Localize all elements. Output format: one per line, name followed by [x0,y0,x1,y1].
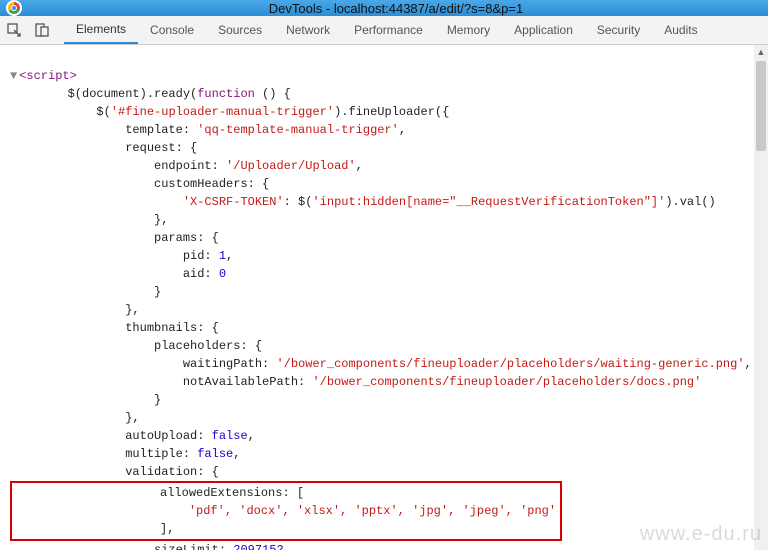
code-text: ], [16,522,174,536]
code-text: }, [10,213,168,227]
code-text: () { [255,87,291,101]
string: '/bower_components/fineuploader/placehol… [312,375,701,389]
tab-application[interactable]: Application [502,16,585,44]
devtools-toolbar: Elements Console Sources Network Perform… [0,16,768,45]
keyword-function: function [197,87,255,101]
code-text: notAvailablePath: [10,375,312,389]
tab-elements[interactable]: Elements [64,16,138,44]
collapse-arrow-icon[interactable]: ▼ [10,69,17,83]
tab-performance[interactable]: Performance [342,16,435,44]
code-text: allowedExtensions: [ [16,486,304,500]
code-text: request: { [10,141,197,155]
scroll-up-arrow-icon[interactable]: ▲ [754,45,768,59]
code-text: sizeLimit: [10,543,233,550]
code-text: $(document).ready( [68,87,198,101]
window-title: DevTools - localhost:44387/a/edit/?s=8&p… [30,1,762,16]
code-text: autoUpload: [10,429,212,443]
code-text: thumbnails: { [10,321,219,335]
code-text: pid: [10,249,219,263]
devtools-tabs: Elements Console Sources Network Perform… [64,16,710,44]
code-text: ).val() [665,195,715,209]
bool: false [212,429,248,443]
bool: false [197,447,233,461]
code-text: } [10,393,161,407]
number: 1 [219,249,226,263]
inspect-element-button[interactable] [0,16,28,44]
code-text: placeholders: { [10,339,262,353]
vertical-scrollbar[interactable]: ▲ ▼ [754,45,768,550]
code-text: template: [10,123,197,137]
tab-audits[interactable]: Audits [652,16,709,44]
string: 'input:hidden[name="__RequestVerificatio… [312,195,665,209]
tab-memory[interactable]: Memory [435,16,502,44]
script-open-tag: <script> [19,69,77,83]
code-text: endpoint: [10,159,226,173]
tab-console[interactable]: Console [138,16,206,44]
number: 2097152 [233,543,283,550]
tab-security[interactable]: Security [585,16,652,44]
string: 'qq-template-manual-trigger' [197,123,399,137]
code-text: multiple: [10,447,197,461]
tab-network[interactable]: Network [274,16,342,44]
code-text: } [10,285,161,299]
string: '/Uploader/Upload' [226,159,356,173]
string: '#fine-uploader-manual-trigger' [111,105,334,119]
chrome-icon [6,0,22,16]
string: 'pdf', 'docx', 'xlsx', 'pptx', 'jpg', 'j… [16,504,556,518]
code-text [10,195,183,209]
code-text: : $( [284,195,313,209]
number: 0 [219,267,226,281]
code-text: params: { [10,231,219,245]
code-text: aid: [10,267,219,281]
code-text: waitingPath: [10,357,276,371]
code-text: $( [10,105,111,119]
tab-sources[interactable]: Sources [206,16,274,44]
code-text: }, [10,411,140,425]
elements-source-pane[interactable]: ▼<script> $(document).ready(function () … [0,45,754,550]
string: 'X-CSRF-TOKEN' [183,195,284,209]
window-titlebar: DevTools - localhost:44387/a/edit/?s=8&p… [0,0,768,16]
device-toggle-button[interactable] [28,16,56,44]
code-text: customHeaders: { [10,177,269,191]
highlighted-allowed-extensions: allowedExtensions: [ 'pdf', 'docx', 'xls… [10,481,562,541]
string: '/bower_components/fineuploader/placehol… [276,357,744,371]
code-text: }, [10,303,140,317]
scroll-thumb[interactable] [756,61,766,151]
code-text: ).fineUploader({ [334,105,449,119]
code-text: validation: { [10,465,219,479]
